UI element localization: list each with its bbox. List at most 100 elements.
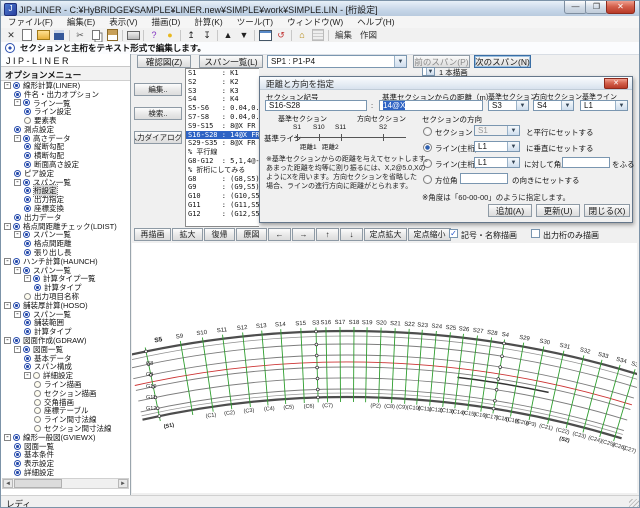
radio-parallel-section[interactable] bbox=[423, 127, 432, 136]
menu-item[interactable]: 表示(V) bbox=[102, 16, 144, 28]
expander-icon[interactable]: - bbox=[24, 275, 31, 282]
distance-input[interactable]: 14@X bbox=[379, 100, 483, 111]
tree-item[interactable]: ライン設定 bbox=[1, 107, 130, 116]
move-up-icon[interactable]: ▲ bbox=[221, 29, 235, 41]
window-icon[interactable] bbox=[258, 29, 272, 41]
menu-item[interactable]: ヘルプ(H) bbox=[350, 16, 401, 28]
chevron-down-icon[interactable]: ▼ bbox=[394, 56, 406, 67]
radio-azimuth[interactable] bbox=[423, 175, 432, 184]
dialog-title[interactable]: 距離と方向を指定 bbox=[260, 77, 632, 90]
grid-icon[interactable] bbox=[311, 29, 325, 41]
list-item[interactable]: G9 : (G9,S5)=(G9,S3)+(0, bbox=[186, 183, 259, 192]
list-item[interactable]: % 平行線 bbox=[186, 148, 259, 157]
save-icon[interactable] bbox=[52, 29, 66, 41]
list-item[interactable]: S2 : K2 bbox=[186, 78, 259, 87]
close-button[interactable]: ✕ bbox=[606, 1, 635, 14]
confirm-drawing-button[interactable]: 確認図(Z) bbox=[137, 55, 191, 68]
expander-icon[interactable]: - bbox=[4, 434, 11, 441]
output-girder-only-checkbox[interactable] bbox=[531, 229, 540, 238]
copy-icon[interactable] bbox=[89, 29, 103, 41]
menu-item[interactable]: ウィンドウ(W) bbox=[280, 16, 350, 28]
list-item[interactable]: G10 : (G10,S5)=(G10,S3)+( bbox=[186, 192, 259, 201]
view-button-10[interactable]: 定点縮小 bbox=[408, 228, 451, 241]
base-line-combo[interactable]: L1▼ bbox=[580, 100, 628, 111]
tree-item[interactable]: 基本条件 bbox=[1, 450, 130, 459]
list-item[interactable]: S29-S35 : 8@X FR S4 TO S7 bbox=[186, 139, 259, 148]
tree-item[interactable]: -高さデータ bbox=[1, 134, 130, 143]
move-top-icon[interactable]: ↥ bbox=[184, 29, 198, 41]
expander-icon[interactable]: - bbox=[4, 258, 11, 265]
tree-item[interactable]: 要素表 bbox=[1, 116, 130, 125]
tree-item[interactable]: 出力指定 bbox=[1, 195, 130, 204]
scroll-left-icon[interactable]: ◄ bbox=[3, 479, 13, 488]
expander-icon[interactable]: - bbox=[14, 267, 21, 274]
expander-icon[interactable]: - bbox=[14, 135, 21, 142]
expander-icon[interactable]: - bbox=[4, 337, 11, 344]
undo-icon[interactable]: ↺ bbox=[274, 29, 288, 41]
view-button-2[interactable]: 拡大 bbox=[172, 228, 203, 241]
list-item[interactable]: S5-S6 : 0.04,0.35 FR S1 TO S2 bbox=[186, 104, 259, 113]
menu-item[interactable]: 編集(E) bbox=[60, 16, 102, 28]
edit-button[interactable]: 編集.. bbox=[134, 83, 182, 96]
input-dialog-button[interactable]: 入力ダイアログ.. bbox=[134, 131, 182, 144]
dir-section-combo[interactable]: S4▼ bbox=[533, 100, 574, 111]
view-button-1[interactable]: 再描画 bbox=[134, 228, 171, 241]
span-list-button[interactable]: スパン一覧(L) bbox=[199, 55, 263, 68]
sidebar-horizontal-scrollbar[interactable]: ◄ ► bbox=[2, 478, 129, 489]
list-item[interactable]: S1 : K1 bbox=[186, 69, 259, 78]
chevron-down-icon[interactable]: ▼ bbox=[426, 68, 434, 75]
next-span-button[interactable]: 次のスパン(N) bbox=[474, 55, 531, 68]
menu-item[interactable]: 描画(D) bbox=[145, 16, 188, 28]
chevron-down-icon[interactable]: ▼ bbox=[516, 101, 528, 110]
expander-icon[interactable]: - bbox=[24, 372, 31, 379]
view-button-3[interactable]: 復帰 bbox=[204, 228, 235, 241]
list-item[interactable]: G11 : (G11,S5)=(G11,S3)+( bbox=[186, 201, 259, 210]
title-bar[interactable]: J JIP-LINER - C:¥HyBRIDGE¥SAMPLE¥LINER.n… bbox=[1, 1, 640, 17]
menu-item[interactable]: 計算(K) bbox=[187, 16, 229, 28]
section-symbol-input[interactable]: S16-S28 bbox=[265, 100, 367, 111]
tree-item[interactable]: 縦断勾配 bbox=[1, 143, 130, 152]
view-button-9[interactable]: 定点拡大 bbox=[364, 228, 407, 241]
tree-item[interactable]: 表示設定 bbox=[1, 459, 130, 468]
perpendicular-line-combo[interactable]: L1▼ bbox=[474, 141, 520, 152]
expander-icon[interactable]: - bbox=[14, 231, 21, 238]
chevron-down-icon[interactable]: ▼ bbox=[507, 142, 519, 151]
list-item[interactable]: S3 : K3 bbox=[186, 87, 259, 96]
menu-item[interactable]: ツール(T) bbox=[230, 16, 280, 28]
tree-item[interactable]: 断面高さ設定 bbox=[1, 160, 130, 169]
tree-item[interactable]: -スパン一覧 bbox=[1, 310, 130, 319]
minimize-button[interactable]: — bbox=[564, 1, 587, 14]
list-item[interactable]: S9-S15 : 8@X FR S6 TO S3 bbox=[186, 122, 259, 131]
chevron-down-icon[interactable]: ▼ bbox=[561, 101, 573, 110]
plan-view-canvas[interactable]: S9S10S11S12S13S14S15S3S16S17S18S19S20S21… bbox=[132, 243, 637, 493]
list-item[interactable]: % 折桁にしてみる bbox=[186, 166, 259, 175]
cancel-icon[interactable]: ✕ bbox=[4, 29, 18, 41]
paste-icon[interactable] bbox=[105, 29, 119, 41]
chevron-down-icon[interactable]: ▼ bbox=[507, 158, 519, 167]
expander-icon[interactable]: - bbox=[4, 223, 11, 230]
parallel-section-combo[interactable]: S1▼ bbox=[474, 125, 520, 136]
list-item[interactable]: S16-S28 : 14@X FR S3 TO S4 bbox=[186, 131, 259, 140]
section-text-list[interactable]: S1 : K1S2 : K2S3 : K3S4 : K4S5-S6 : 0.04… bbox=[185, 68, 259, 227]
angle-line-combo[interactable]: L1▼ bbox=[474, 157, 520, 168]
hint-icon[interactable]: ● bbox=[163, 29, 177, 41]
draw-mode-combo-fragment[interactable]: ▼ bbox=[422, 67, 435, 76]
draw-toolbar-button[interactable]: 作図 bbox=[356, 29, 381, 41]
azimuth-input[interactable] bbox=[460, 173, 508, 184]
home-icon[interactable]: ⌂ bbox=[295, 29, 309, 41]
menu-item[interactable]: ファイル(F) bbox=[1, 16, 60, 28]
angle-input[interactable] bbox=[562, 157, 610, 168]
print-icon[interactable] bbox=[126, 29, 140, 41]
scroll-right-icon[interactable]: ► bbox=[118, 479, 128, 488]
list-item[interactable]: G12 : (G12,S5)=(G12,S3)+( bbox=[186, 210, 259, 219]
tree-item[interactable]: 図面一覧 bbox=[1, 442, 130, 451]
tree-item[interactable]: -図面作成(GDRAW) bbox=[1, 336, 130, 345]
move-down-icon[interactable]: ▼ bbox=[237, 29, 251, 41]
expander-icon[interactable]: - bbox=[4, 82, 11, 89]
expander-icon[interactable]: - bbox=[4, 302, 11, 309]
chevron-down-icon[interactable]: ▼ bbox=[615, 101, 627, 110]
cut-icon[interactable]: ✂ bbox=[73, 29, 87, 41]
tree-item[interactable]: -線形一般図(GVIEWX) bbox=[1, 433, 130, 442]
update-button[interactable]: 更新(U) bbox=[536, 204, 580, 217]
open-file-icon[interactable] bbox=[36, 29, 50, 41]
